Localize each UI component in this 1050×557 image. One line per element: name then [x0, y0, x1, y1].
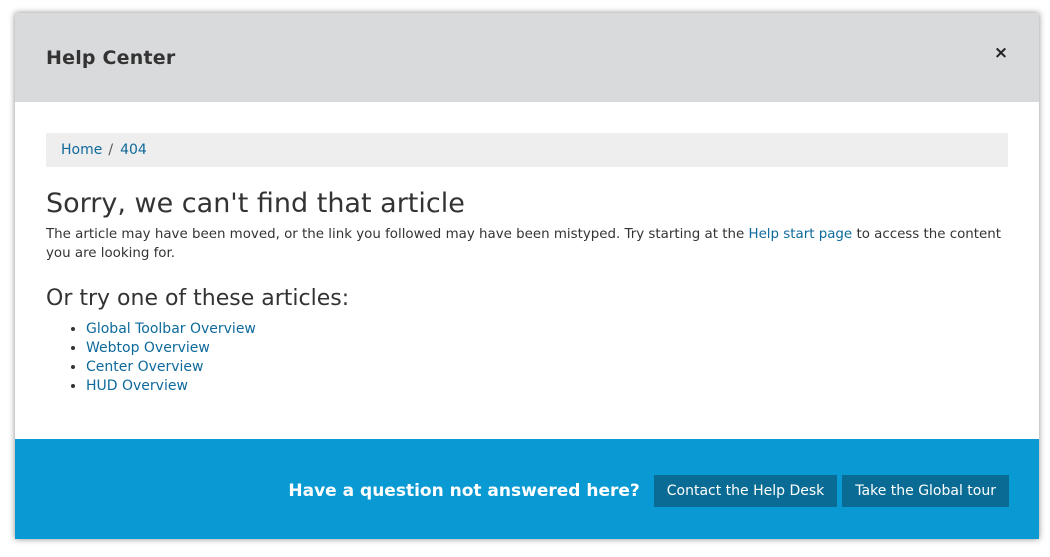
- list-item: HUD Overview: [86, 377, 1008, 396]
- breadcrumb-home-link[interactable]: Home: [61, 142, 102, 158]
- article-link-global-toolbar[interactable]: Global Toolbar Overview: [86, 321, 256, 337]
- help-center-modal: Help Center × Home / 404 Sorry, we can't…: [15, 13, 1039, 539]
- article-link-center[interactable]: Center Overview: [86, 359, 203, 375]
- list-item: Center Overview: [86, 358, 1008, 377]
- contact-help-desk-button[interactable]: Contact the Help Desk: [653, 475, 838, 507]
- article-link-hud[interactable]: HUD Overview: [86, 378, 188, 394]
- error-description: The article may have been moved, or the …: [46, 225, 1008, 263]
- list-item: Webtop Overview: [86, 339, 1008, 358]
- take-global-tour-button[interactable]: Take the Global tour: [842, 475, 1009, 507]
- breadcrumb: Home / 404: [46, 133, 1008, 167]
- suggested-articles-list: Global Toolbar Overview Webtop Overview …: [46, 320, 1008, 396]
- modal-footer: Have a question not answered here? Conta…: [15, 439, 1039, 539]
- breadcrumb-separator: /: [108, 142, 114, 158]
- breadcrumb-404-link[interactable]: 404: [120, 142, 147, 158]
- description-text-start: The article may have been moved, or the …: [46, 227, 749, 242]
- page-title: Sorry, we can't find that article: [46, 188, 465, 219]
- help-start-page-link[interactable]: Help start page: [749, 227, 853, 242]
- article-link-webtop[interactable]: Webtop Overview: [86, 340, 210, 356]
- modal-header: Help Center ×: [15, 13, 1039, 102]
- footer-actions: Have a question not answered here? Conta…: [288, 475, 1009, 507]
- suggested-articles-heading: Or try one of these articles:: [46, 286, 350, 311]
- modal-title: Help Center: [46, 47, 176, 69]
- footer-question: Have a question not answered here?: [288, 481, 640, 501]
- list-item: Global Toolbar Overview: [86, 320, 1008, 339]
- close-icon[interactable]: ×: [993, 43, 1009, 63]
- modal-body: Home / 404 Sorry, we can't find that art…: [15, 102, 1039, 439]
